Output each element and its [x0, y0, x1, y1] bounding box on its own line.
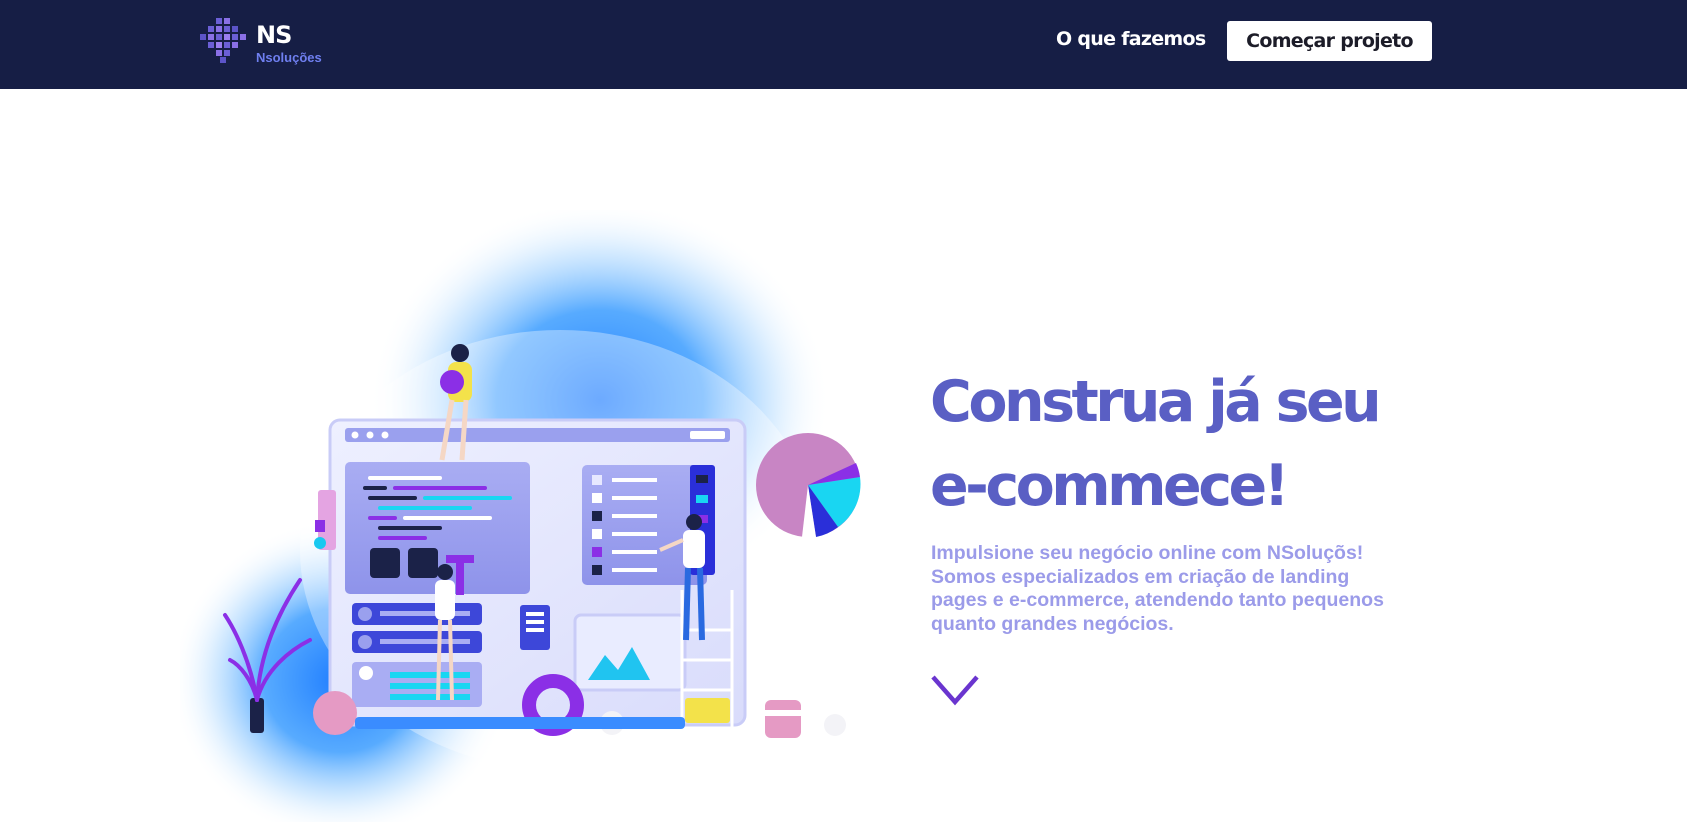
chevron-down-icon[interactable]: [930, 672, 980, 708]
hero-title-line-1: Construa já seu: [930, 369, 1382, 435]
brand-subtitle: Nsoluções: [256, 50, 322, 65]
hero-title: Construa já seu e-commece!: [930, 360, 1450, 528]
web-development-team-illustration: [170, 200, 940, 827]
brand-title: NS: [256, 21, 292, 49]
hero-title-line-2: e-commece!: [930, 453, 1290, 519]
hero-description: Impulsione seu negócio online com NSoluç…: [931, 542, 1384, 635]
start-project-button[interactable]: Começar projeto: [1227, 21, 1432, 61]
top-navbar: NS Nsoluções O que fazemos Começar proje…: [0, 0, 1687, 89]
nav-link-what-we-do[interactable]: O que fazemos: [1056, 28, 1206, 50]
pixel-diamond-logo-icon: [200, 18, 246, 63]
